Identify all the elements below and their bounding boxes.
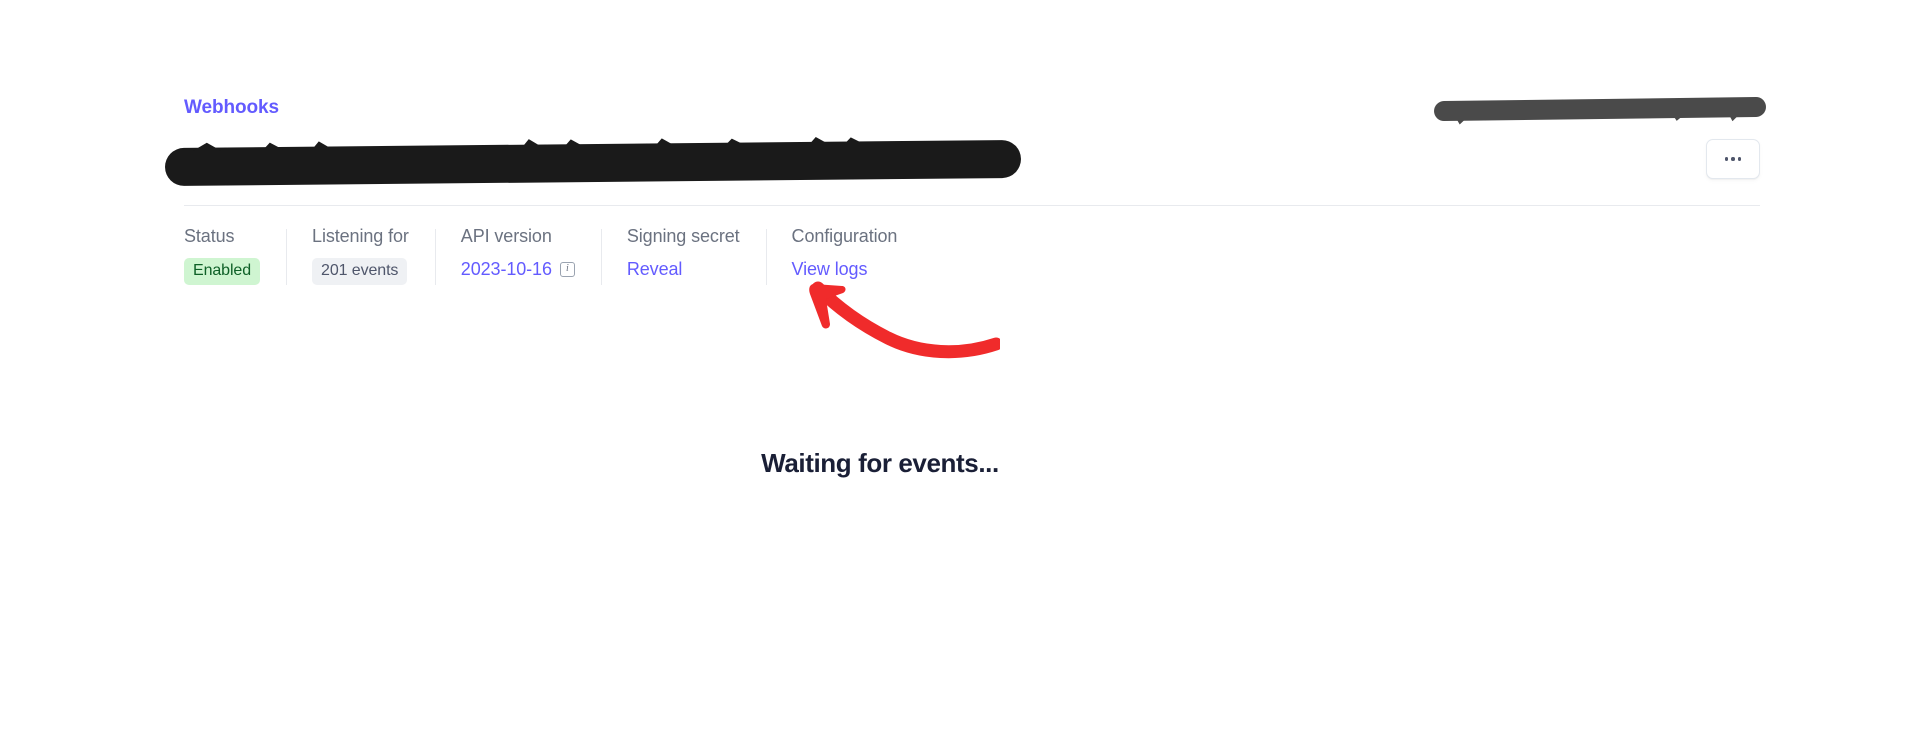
ellipsis-horizontal-icon	[1724, 157, 1742, 161]
meta-column-api-version: API version 2023-10-16 i	[434, 225, 601, 291]
redacted-header-label	[1433, 96, 1767, 122]
events-count-badge[interactable]: 201 events	[312, 258, 408, 285]
reveal-signing-secret-link[interactable]: Reveal	[627, 258, 683, 280]
meta-column-status: Status Enabled	[184, 225, 286, 291]
meta-value-configuration: View logs	[792, 258, 898, 280]
meta-label-listening-for: Listening for	[312, 226, 409, 246]
meta-value-api-version: 2023-10-16 i	[461, 258, 575, 280]
meta-column-signing-secret: Signing secret Reveal	[600, 225, 766, 291]
view-logs-link[interactable]: View logs	[792, 258, 868, 280]
meta-value-signing-secret: Reveal	[627, 258, 740, 280]
header-divider	[184, 205, 1760, 206]
redacted-endpoint-url	[164, 139, 1022, 187]
overflow-menu-button[interactable]	[1706, 139, 1760, 179]
status-badge: Enabled	[184, 258, 261, 285]
meta-label-signing-secret: Signing secret	[626, 226, 740, 246]
api-version-link[interactable]: 2023-10-16	[461, 258, 552, 280]
meta-label-configuration: Configuration	[791, 226, 898, 246]
meta-column-listening-for: Listening for 201 events	[286, 225, 435, 291]
meta-column-configuration: Configuration View logs	[765, 225, 924, 291]
meta-value-status: Enabled	[184, 258, 261, 285]
webhook-endpoint-page: Webhooks Status Enabled Listening for 20…	[0, 0, 1920, 750]
meta-label-api-version: API version	[460, 226, 552, 246]
endpoint-meta-row: Status Enabled Listening for 201 events …	[184, 225, 923, 291]
empty-state-message: Waiting for events...	[761, 448, 999, 478]
meta-label-status: Status	[184, 226, 235, 246]
info-icon[interactable]: i	[559, 261, 575, 277]
meta-value-listening-for: 201 events	[312, 258, 409, 285]
breadcrumb-webhooks[interactable]: Webhooks	[184, 96, 279, 120]
